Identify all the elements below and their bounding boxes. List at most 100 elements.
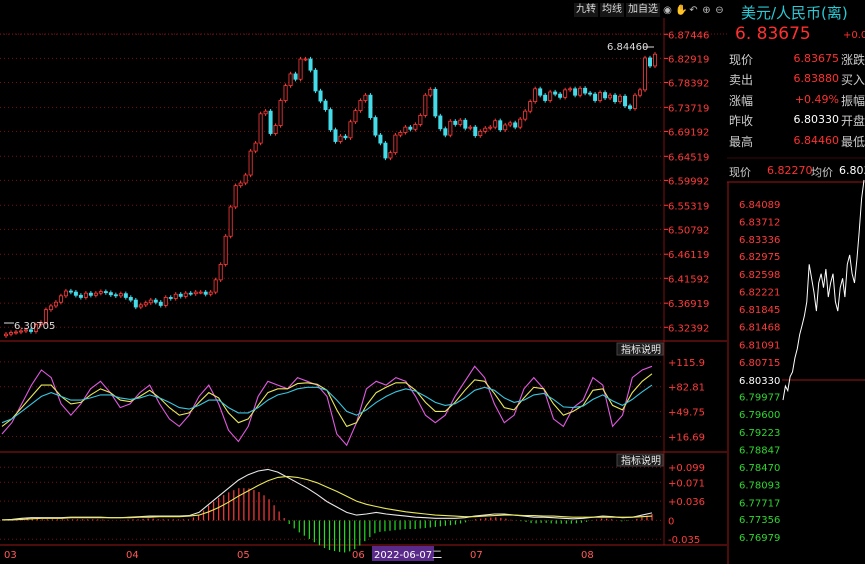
quote-row-change-pct: 涨幅 +0.49% 振幅 xyxy=(729,93,865,108)
candle-body xyxy=(588,92,593,95)
quote-row-ask: 卖出 6.83880 买入 xyxy=(729,72,865,87)
intraday-y-tick-label: 6.79977 xyxy=(739,392,780,403)
candle-body xyxy=(133,299,138,308)
main-y-tick-label: 6.73719 xyxy=(668,103,709,114)
candle-body xyxy=(153,299,158,303)
candle-body xyxy=(8,332,13,335)
main-y-tick-label: 6.78392 xyxy=(668,78,709,89)
candle-body xyxy=(548,91,553,101)
candle-body xyxy=(648,57,653,67)
main-chart-area[interactable]: 6.87446 6.82919 6.78392 6.73719 6.69192 6.645… xyxy=(0,0,727,564)
candle-body xyxy=(618,95,623,102)
x-axis-label: 03 xyxy=(4,550,17,561)
indicator1-y-tick-label: +49.75 xyxy=(668,408,705,419)
macd-help-label: 指标说明 xyxy=(621,454,661,467)
candle-body xyxy=(233,185,238,208)
main-y-tick-label: 6.32392 xyxy=(668,323,709,334)
macd-y-tick-label: +0.071 xyxy=(668,478,705,489)
candle-body xyxy=(508,122,513,126)
candle-body xyxy=(613,94,618,102)
intraday-y-tick-label: 6.78093 xyxy=(739,481,780,492)
candle-body xyxy=(143,302,148,306)
candle-body xyxy=(333,129,338,142)
candle-body xyxy=(443,128,448,136)
candle-body xyxy=(193,291,198,295)
zoom-in-icon[interactable]: ⊕ xyxy=(701,5,712,16)
intraday-y-tick-label: 6.83336 xyxy=(739,235,780,246)
candle-body xyxy=(308,58,313,71)
main-y-tick-label: 6.41592 xyxy=(668,274,709,285)
indicator1-help-label: 指标说明 xyxy=(621,343,661,356)
candle-body xyxy=(638,89,643,96)
candle-body xyxy=(168,297,173,299)
price-change: +0.0 xyxy=(843,30,865,41)
candle-body xyxy=(238,182,243,187)
candle-body xyxy=(288,73,293,87)
candle-body xyxy=(543,94,548,101)
candle-body xyxy=(58,295,63,303)
add-watchlist-button[interactable]: 加自选 xyxy=(626,3,660,17)
hand-icon[interactable]: ✋ xyxy=(675,5,687,16)
candle-body xyxy=(608,94,613,99)
candle-body xyxy=(83,292,88,298)
candle-body xyxy=(263,110,268,115)
candle-body xyxy=(93,292,98,296)
main-y-tick-label: 6.55319 xyxy=(668,201,709,212)
indicator1-y-tick-label: +115.9 xyxy=(668,358,705,369)
macd-y-tick-label: +0.099 xyxy=(668,463,705,474)
candle-body xyxy=(383,142,388,159)
moving-average-button[interactable]: 均线 xyxy=(600,3,624,17)
intraday-y-tick-label: 6.80715 xyxy=(739,358,780,369)
nine-turn-button[interactable]: 九转 xyxy=(574,3,598,17)
intraday-price-line xyxy=(782,179,865,401)
eye-icon[interactable]: ◉ xyxy=(662,5,673,16)
candle-body xyxy=(483,127,488,132)
candle-body xyxy=(488,126,493,129)
candle-body xyxy=(173,293,178,299)
main-y-tick-label: 6.36919 xyxy=(668,299,709,310)
candle-body xyxy=(478,130,483,137)
quote-row-high: 最高 6.84460 最低 xyxy=(729,134,865,149)
candle-body xyxy=(653,53,658,67)
zoom-out-icon[interactable]: ⊖ xyxy=(714,5,725,16)
candle-body xyxy=(253,142,258,152)
intraday-y-tick-label: 6.77717 xyxy=(739,498,780,509)
candle-body xyxy=(303,58,308,61)
candle-body xyxy=(268,110,273,134)
candle-body xyxy=(4,333,9,337)
intraday-y-tick-label: 6.81091 xyxy=(739,340,780,351)
candle-body xyxy=(408,126,413,130)
candle-body xyxy=(413,124,418,130)
candle-body xyxy=(373,117,378,136)
intraday-y-tick-label: 6.79600 xyxy=(739,410,780,421)
candle-body xyxy=(623,95,628,107)
candle-body xyxy=(198,291,203,294)
candle-body xyxy=(603,92,608,99)
candle-body xyxy=(293,73,298,80)
candle-body xyxy=(343,135,348,139)
x-axis-label: 08 xyxy=(581,550,594,561)
candle-body xyxy=(48,305,53,311)
candle-body xyxy=(643,57,648,91)
x-axis-label: 07 xyxy=(470,550,483,561)
candle-body xyxy=(358,100,363,112)
candle-body xyxy=(113,294,118,297)
indicator1-y-tick-label: +82.81 xyxy=(668,383,705,394)
candle-body xyxy=(208,291,213,295)
macd-dea-line xyxy=(2,475,653,521)
candle-body xyxy=(448,120,453,136)
candle-body xyxy=(128,297,133,301)
candle-body xyxy=(243,174,248,184)
instrument-title: 美元/人民币(离) xyxy=(741,4,848,22)
candle-body xyxy=(298,58,303,80)
undo-icon[interactable]: ↶ xyxy=(688,5,699,16)
main-y-tick-label: 6.59992 xyxy=(668,176,709,187)
macd-y-tick-label: 0 xyxy=(668,516,674,527)
candle-body xyxy=(328,109,333,131)
candle-body xyxy=(368,94,373,118)
candle-body xyxy=(213,279,218,293)
intraday-y-tick-label: 6.76979 xyxy=(739,533,780,544)
candle-body xyxy=(148,299,153,304)
candle-body xyxy=(223,235,228,265)
indicator1-y-tick-label: +16.69 xyxy=(668,432,705,443)
